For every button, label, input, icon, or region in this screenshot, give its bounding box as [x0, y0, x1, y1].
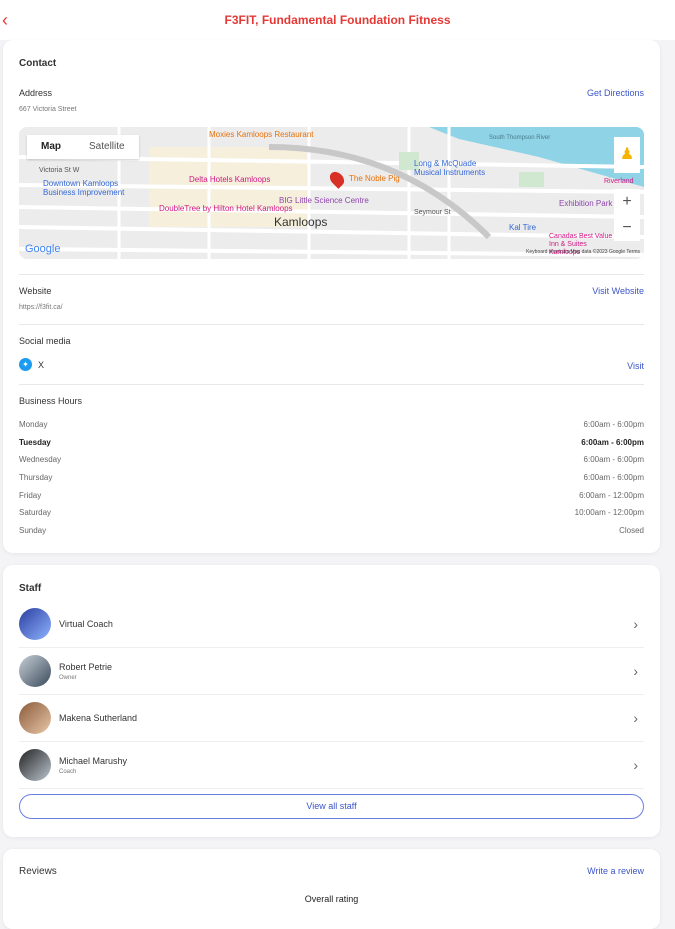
- divider: [19, 324, 644, 325]
- divider: [19, 274, 644, 275]
- chevron-right-icon: ›: [633, 710, 638, 726]
- staff-name: Virtual Coach: [59, 619, 113, 629]
- map-label: Exhibition Park: [559, 199, 613, 208]
- reviews-card: Reviews Write a review Overall rating: [3, 849, 660, 929]
- contact-heading: Contact: [19, 58, 57, 69]
- chevron-right-icon: ›: [633, 757, 638, 773]
- social-visit-link[interactable]: Visit: [627, 361, 644, 371]
- map-label: Victoria St W: [39, 167, 80, 174]
- visit-website-link[interactable]: Visit Website: [592, 286, 644, 296]
- zoom-controls: + −: [614, 189, 640, 241]
- map-label: Riverland: [604, 178, 634, 185]
- pegman-icon[interactable]: ♟: [614, 137, 640, 173]
- map-city-label: Kamloops: [274, 215, 328, 229]
- hours-row: Wednesday 6:00am - 6:00pm: [19, 451, 644, 469]
- staff-name: Makena Sutherland: [59, 713, 138, 723]
- map-tab[interactable]: Map: [27, 135, 75, 159]
- hours-time: 10:00am - 12:00pm: [574, 508, 644, 518]
- zoom-out-button[interactable]: −: [614, 215, 640, 241]
- hours-day: Sunday: [19, 525, 47, 535]
- avatar: [19, 608, 51, 640]
- top-bar: ‹ F3FIT, Fundamental Foundation Fitness: [0, 0, 675, 40]
- divider: [19, 384, 644, 385]
- hours-time: Closed: [619, 525, 644, 535]
- hours-row: Friday 6:00am - 12:00pm: [19, 486, 644, 504]
- zoom-in-button[interactable]: +: [614, 189, 640, 215]
- avatar: [19, 702, 51, 734]
- staff-row[interactable]: Robert Petrie Owner ›: [19, 648, 644, 695]
- avatar: [19, 655, 51, 687]
- hours-time: 6:00am - 6:00pm: [581, 437, 644, 447]
- hours-list: Monday 6:00am - 6:00pm Tuesday 6:00am - 6:0…: [19, 416, 644, 539]
- website-value: https://f3fit.ca/: [19, 304, 63, 311]
- twitter-icon: ✦: [19, 358, 32, 371]
- contact-card: Contact Address 667 Victoria Street Get …: [3, 40, 660, 553]
- hours-time: 6:00am - 6:00pm: [583, 420, 644, 430]
- hours-row: Saturday 10:00am - 12:00pm: [19, 504, 644, 522]
- satellite-tab[interactable]: Satellite: [75, 135, 139, 159]
- map-label: South Thompson River: [489, 135, 551, 141]
- address-value: 667 Victoria Street: [19, 106, 77, 113]
- hours-day: Tuesday: [19, 437, 51, 447]
- hours-day: Friday: [19, 490, 42, 500]
- staff-card: Staff Virtual Coach › Robert Petrie Owner › M…: [3, 565, 660, 837]
- staff-row[interactable]: Virtual Coach ›: [19, 601, 644, 648]
- hours-day: Wednesday: [19, 455, 62, 465]
- hours-time: 6:00am - 6:00pm: [583, 455, 644, 465]
- chevron-right-icon: ›: [633, 663, 638, 679]
- map-label: The Noble Pig: [349, 174, 400, 183]
- hours-time: 6:00am - 12:00pm: [579, 490, 644, 500]
- business-hours-label: Business Hours: [19, 396, 83, 406]
- map-type-control: Map Satellite: [27, 135, 139, 159]
- hours-row: Tuesday 6:00am - 6:00pm: [19, 434, 644, 452]
- hours-row: Sunday Closed: [19, 522, 644, 540]
- chevron-right-icon: ›: [633, 616, 638, 632]
- get-directions-link[interactable]: Get Directions: [587, 88, 644, 98]
- avatar: [19, 749, 51, 781]
- hours-day: Thursday: [19, 473, 53, 483]
- page-title: F3FIT, Fundamental Foundation Fitness: [224, 13, 451, 27]
- staff-name: Michael Marushy: [59, 755, 128, 766]
- staff-name: Robert Petrie: [59, 661, 113, 672]
- social-name: X: [38, 359, 45, 370]
- address-label: Address: [19, 88, 53, 98]
- website-label: Website: [19, 286, 52, 296]
- hours-day: Monday: [19, 420, 48, 430]
- map-label: Seymour St: [414, 209, 451, 216]
- map-label: Kal Tire: [509, 223, 537, 232]
- reviews-heading: Reviews: [19, 866, 57, 877]
- hours-row: Thursday 6:00am - 6:00pm: [19, 469, 644, 487]
- map-label: Long & McQuade Musical Instruments: [414, 159, 486, 177]
- map-label: DoubleTree by Hilton Hotel Kamloops: [159, 204, 293, 213]
- staff-row[interactable]: Makena Sutherland ›: [19, 695, 644, 742]
- social-media-label: Social media: [19, 336, 71, 346]
- hours-time: 6:00am - 6:00pm: [583, 473, 644, 483]
- staff-role: Owner: [59, 674, 77, 681]
- hours-day: Saturday: [19, 508, 52, 518]
- staff-role: Coach: [59, 768, 77, 775]
- map-label: Moxies Kamloops Restaurant: [209, 130, 314, 139]
- map[interactable]: Map Satellite Moxies Kamloops Restaurant…: [19, 127, 644, 259]
- write-review-link[interactable]: Write a review: [587, 866, 644, 876]
- map-attribution: Keyboard shortcuts Map data ©2023 Google…: [526, 249, 640, 255]
- staff-row[interactable]: Michael Marushy Coach ›: [19, 742, 644, 789]
- map-label: Downtown Kamloops Business Improvement: [43, 179, 125, 197]
- view-all-staff-button[interactable]: View all staff: [19, 794, 644, 819]
- overall-rating-label: Overall rating: [304, 894, 359, 904]
- back-chevron-icon[interactable]: ‹: [2, 10, 8, 31]
- map-label: Delta Hotels Kamloops: [189, 175, 271, 184]
- staff-heading: Staff: [19, 583, 42, 594]
- hours-row: Monday 6:00am - 6:00pm: [19, 416, 644, 434]
- google-logo: Google: [25, 243, 61, 255]
- staff-list: Virtual Coach › Robert Petrie Owner › Makena …: [19, 601, 644, 789]
